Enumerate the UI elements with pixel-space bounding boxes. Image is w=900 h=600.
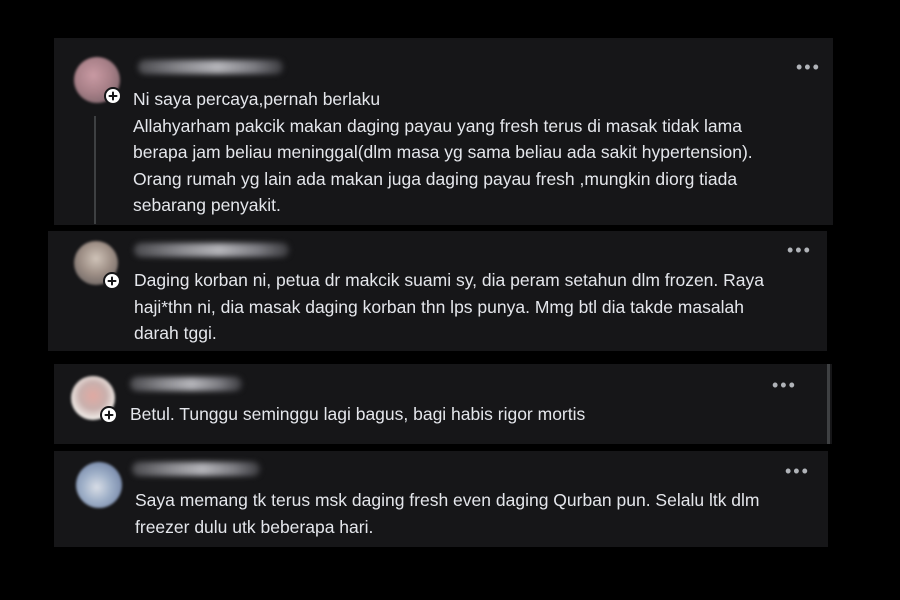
plus-icon xyxy=(100,406,118,424)
comment-card: ••• Daging korban ni, petua dr makcik su… xyxy=(48,231,827,351)
comment-text: Betul. Tunggu seminggu lagi bagus, bagi … xyxy=(130,404,586,424)
more-options-button[interactable]: ••• xyxy=(785,462,810,480)
comment-card: ••• Ni saya percaya,pernah berlaku Allah… xyxy=(54,38,833,225)
plus-icon xyxy=(103,272,121,290)
comment-text: Daging korban ni, petua dr makcik suami … xyxy=(134,270,764,343)
author-name[interactable] xyxy=(132,462,260,476)
thread-line xyxy=(94,116,96,224)
comment-text: Ni saya percaya,pernah berlaku Allahyarh… xyxy=(133,89,753,215)
scrollbar[interactable] xyxy=(827,364,830,444)
comment-card: ••• Betul. Tunggu seminggu lagi bagus, b… xyxy=(54,364,832,444)
more-options-button[interactable]: ••• xyxy=(796,58,821,76)
avatar[interactable] xyxy=(76,462,122,508)
more-options-button[interactable]: ••• xyxy=(787,241,812,259)
more-options-button[interactable]: ••• xyxy=(772,376,797,394)
comment-card: ••• Saya memang tk terus msk daging fres… xyxy=(54,451,828,547)
author-name[interactable] xyxy=(130,377,242,391)
author-name[interactable] xyxy=(134,243,289,257)
plus-icon xyxy=(104,87,122,105)
comment-text: Saya memang tk terus msk daging fresh ev… xyxy=(135,490,760,537)
author-name[interactable] xyxy=(138,60,283,74)
